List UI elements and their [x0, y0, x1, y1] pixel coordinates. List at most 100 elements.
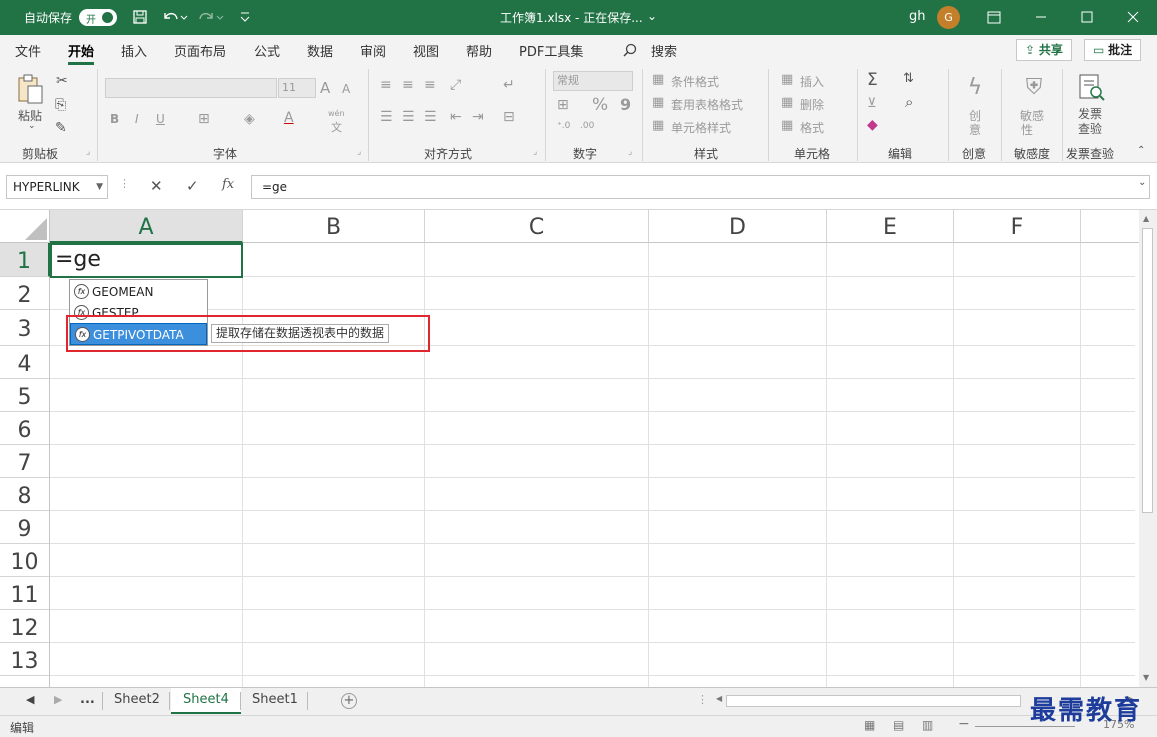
cell-style-icon[interactable]: ▦	[652, 118, 664, 133]
align-left-icon[interactable]: ☰	[380, 109, 393, 125]
invoice-check-icon[interactable]	[1076, 72, 1106, 102]
scroll-up-icon[interactable]: ▲	[1143, 214, 1149, 223]
sensitivity-label-2[interactable]: 性	[1021, 121, 1033, 138]
wrap-text-icon[interactable]: ↵	[503, 77, 515, 93]
sheet-tab-sheet1[interactable]: Sheet1	[252, 688, 298, 714]
row-header-4[interactable]: 4	[0, 346, 50, 379]
percent-button[interactable]: %	[592, 95, 608, 115]
paste-dropdown-icon[interactable]: ⌄	[28, 121, 36, 131]
ribbon-display-icon[interactable]	[971, 0, 1017, 35]
user-name[interactable]: gh	[909, 9, 926, 24]
column-header-g[interactable]	[1081, 210, 1139, 243]
align-middle-icon[interactable]: ≡	[402, 77, 414, 93]
align-top-icon[interactable]: ≡	[380, 77, 392, 93]
bold-button[interactable]: B	[110, 112, 119, 126]
row-header-9[interactable]: 9	[0, 511, 50, 544]
column-header-b[interactable]: B	[243, 210, 425, 243]
autocomplete-item-geomean[interactable]: fx GEOMEAN	[70, 281, 207, 303]
font-name-combo[interactable]	[105, 78, 277, 98]
formula-input[interactable]: =ge	[251, 175, 1150, 199]
tab-split-handle-icon[interactable]: ⋮	[697, 693, 708, 706]
row-header-5[interactable]: 5	[0, 379, 50, 412]
search-label[interactable]: 搜索	[651, 41, 677, 60]
title-chevron-icon[interactable]: ⌄	[647, 9, 657, 23]
align-bottom-icon[interactable]: ≡	[424, 77, 436, 93]
italic-button[interactable]: I	[135, 112, 139, 126]
page-break-view-icon[interactable]: ▥	[922, 718, 933, 732]
column-header-e[interactable]: E	[827, 210, 954, 243]
format-cells-icon[interactable]: ▦	[781, 118, 793, 133]
clipboard-launcher-icon[interactable]: ⌟	[86, 147, 90, 157]
phonetic-char[interactable]: 文	[331, 119, 342, 135]
redo-icon[interactable]	[197, 8, 225, 26]
format-cells-label[interactable]: 格式	[800, 119, 824, 136]
delete-cells-label[interactable]: 删除	[800, 96, 824, 113]
accounting-icon[interactable]: ⊞	[557, 97, 569, 113]
active-cell-a1[interactable]: =ge	[50, 243, 243, 278]
fill-color-icon[interactable]: ◈	[244, 111, 255, 127]
column-header-f[interactable]: F	[954, 210, 1081, 243]
column-header-c[interactable]: C	[425, 210, 649, 243]
sheet-prev-icon[interactable]: ◀	[26, 693, 34, 706]
row-header-7[interactable]: 7	[0, 445, 50, 478]
row-header-3[interactable]: 3	[0, 310, 50, 346]
tab-view[interactable]: 视图	[413, 41, 439, 60]
normal-view-icon[interactable]: ▦	[864, 718, 875, 732]
invoice-label-2[interactable]: 查验	[1078, 120, 1102, 137]
add-sheet-button[interactable]: +	[341, 693, 357, 709]
grow-font-icon[interactable]: A	[320, 79, 330, 97]
insert-function-icon[interactable]: fx	[222, 177, 234, 192]
tab-data[interactable]: 数据	[307, 41, 333, 60]
sort-filter-icon[interactable]: ⇅	[903, 71, 914, 86]
fill-icon[interactable]: ⊻	[867, 96, 877, 111]
decrease-decimal-icon[interactable]: .00	[580, 121, 594, 131]
increase-decimal-icon[interactable]: ⁺.0	[557, 121, 570, 131]
sheet-tab-sheet4[interactable]: Sheet4	[171, 688, 241, 714]
sheet-more-button[interactable]: ...	[80, 688, 95, 714]
enter-icon[interactable]: ✓	[186, 177, 199, 195]
tab-home[interactable]: 开始	[68, 41, 95, 65]
page-layout-view-icon[interactable]: ▤	[893, 718, 904, 732]
close-icon[interactable]	[1110, 0, 1156, 35]
underline-button[interactable]: U	[156, 112, 165, 126]
row-header-2[interactable]: 2	[0, 277, 50, 310]
scroll-down-icon[interactable]: ▼	[1143, 673, 1149, 682]
row-header-12[interactable]: 12	[0, 610, 50, 643]
cell-style-label[interactable]: 单元格样式	[671, 119, 731, 136]
conditional-format-label[interactable]: 条件格式	[671, 73, 719, 90]
avatar[interactable]: G	[937, 6, 960, 29]
sensitivity-icon[interactable]: ⛨	[1019, 73, 1049, 103]
save-icon[interactable]	[131, 8, 149, 26]
align-right-icon[interactable]: ☰	[424, 109, 437, 125]
orientation-icon[interactable]: ⤢	[450, 77, 461, 93]
tab-page-layout[interactable]: 页面布局	[174, 41, 226, 60]
tab-help[interactable]: 帮助	[466, 41, 492, 60]
comments-button[interactable]: ▭ 批注	[1084, 39, 1142, 61]
autosum-icon[interactable]: Σ	[867, 70, 878, 90]
conditional-format-icon[interactable]: ▦	[652, 72, 664, 87]
row-header-1[interactable]: 1	[0, 243, 50, 277]
column-header-a[interactable]: A	[50, 210, 243, 243]
collapse-ribbon-icon[interactable]: ⌃	[1137, 145, 1145, 156]
insert-cells-label[interactable]: 插入	[800, 73, 824, 90]
cut-icon[interactable]: ✂	[56, 73, 68, 89]
paste-icon[interactable]	[16, 73, 46, 105]
font-launcher-icon[interactable]: ⌟	[357, 147, 361, 157]
vertical-scrollbar[interactable]: ▲ ▼	[1139, 210, 1157, 687]
tab-review[interactable]: 审阅	[360, 41, 386, 60]
search-icon[interactable]	[622, 43, 638, 59]
insert-cells-icon[interactable]: ▦	[781, 72, 793, 87]
alignment-launcher-icon[interactable]: ⌟	[533, 147, 537, 157]
phonetic-label[interactable]: wén	[328, 109, 345, 118]
font-color-icon[interactable]: A	[284, 110, 294, 126]
clear-icon[interactable]: ◆	[867, 117, 878, 133]
name-box-dropdown-icon[interactable]: ▼	[96, 176, 103, 198]
row-header-14[interactable]	[0, 676, 50, 687]
creative-icon[interactable]: ϟ	[960, 73, 990, 103]
copy-icon[interactable]: ⎘	[55, 97, 66, 113]
format-table-label[interactable]: 套用表格格式	[671, 96, 743, 113]
customize-icon[interactable]	[236, 8, 254, 26]
tab-formulas[interactable]: 公式	[254, 41, 280, 60]
row-header-13[interactable]: 13	[0, 643, 50, 676]
minimize-icon[interactable]	[1018, 0, 1064, 35]
